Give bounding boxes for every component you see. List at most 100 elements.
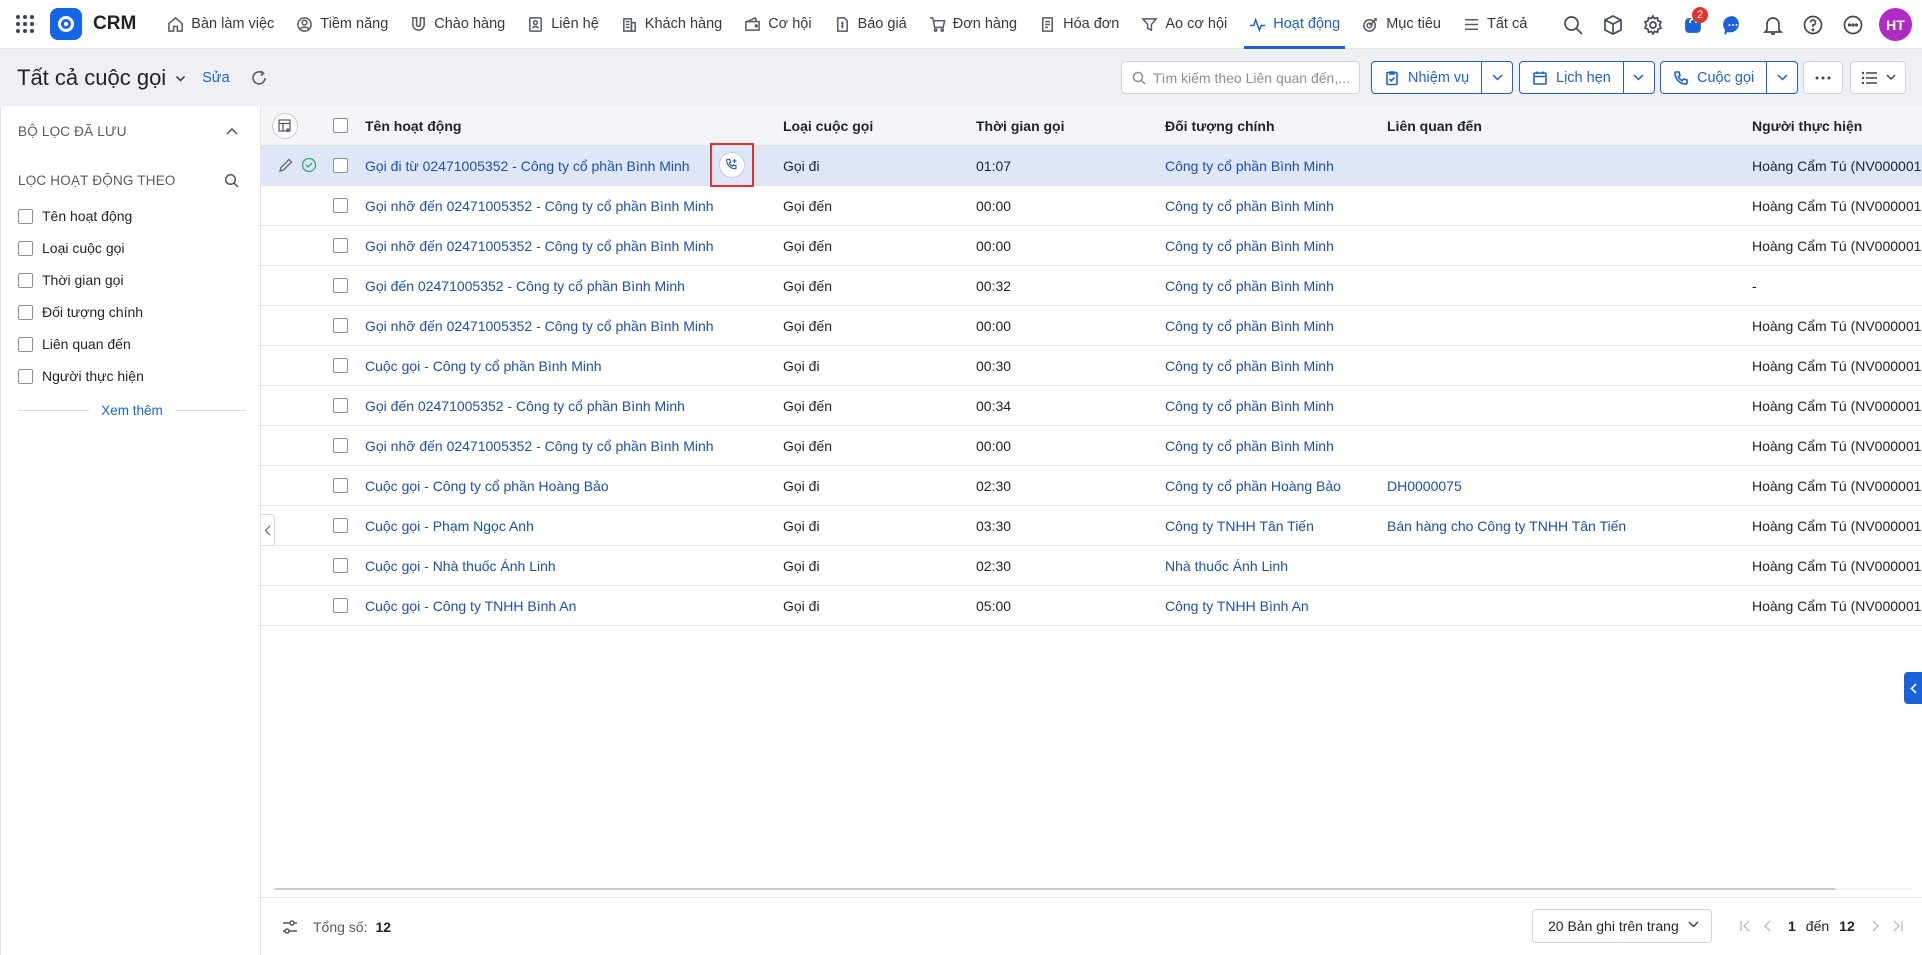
crm-logo[interactable]: CRM (50, 8, 136, 40)
table-row[interactable]: Cuộc gọi - Công ty TNHH Bình An Gọi đi 05:… (261, 586, 1922, 626)
cell-main-object[interactable]: Công ty cổ phần Bình Minh (1165, 346, 1334, 386)
notifications-button[interactable] (1753, 0, 1793, 49)
column-header-main-object[interactable]: Đối tượng chính (1165, 106, 1275, 146)
cell-related-to[interactable]: DH0000075 (1387, 466, 1462, 506)
task-dropdown-toggle[interactable] (1481, 62, 1512, 93)
row-checkbox[interactable] (333, 278, 348, 293)
app-grid-icon[interactable] (0, 0, 50, 49)
filter-checkbox[interactable] (18, 208, 33, 224)
nav-item-customers[interactable]: Khách hàng (610, 0, 733, 49)
cell-main-object[interactable]: Công ty cổ phần Bình Minh (1165, 306, 1334, 346)
filter-main-object[interactable]: Đối tượng chính (18, 304, 143, 320)
expand-right-panel-button[interactable] (1904, 672, 1922, 704)
table-row[interactable]: Gọi đến 02471005352 - Công ty cổ phần Bì… (261, 266, 1922, 306)
add-call-button[interactable]: Cuộc gọi (1661, 62, 1766, 93)
edit-pencil-icon[interactable] (278, 157, 294, 173)
column-header-name[interactable]: Tên hoạt động (365, 106, 461, 146)
nav-item-contacts[interactable]: Liên hệ (516, 0, 610, 49)
cell-activity-name[interactable]: Gọi đến 02471005352 - Công ty cổ phần Bì… (365, 386, 685, 426)
global-search-button[interactable] (1553, 0, 1593, 49)
table-row[interactable]: Cuộc gọi - Công ty cổ phần Bình Minh Gọi … (261, 346, 1922, 386)
table-row[interactable]: Cuộc gọi - Công ty cổ phần Hoàng Bảo Gọi … (261, 466, 1922, 506)
cell-main-object[interactable]: Nhà thuốc Ánh Linh (1165, 546, 1288, 586)
cell-activity-name[interactable]: Gọi nhỡ đến 02471005352 - Công ty cổ phầ… (365, 226, 714, 266)
collapse-filter-panel-button[interactable] (261, 514, 275, 546)
more-apps-button[interactable] (1833, 0, 1873, 49)
nav-item-orders[interactable]: Đơn hàng (918, 0, 1028, 49)
cell-activity-name[interactable]: Cuộc gọi - Công ty TNHH Bình An (365, 586, 576, 626)
column-header-call-type[interactable]: Loại cuộc gọi (783, 106, 873, 146)
cell-activity-name[interactable]: Cuộc gọi - Nhà thuốc Ánh Linh (365, 546, 556, 586)
cell-activity-name[interactable]: Gọi nhỡ đến 02471005352 - Công ty cổ phầ… (365, 186, 714, 226)
filter-call-time[interactable]: Thời gian gọi (18, 272, 124, 288)
table-row[interactable]: Cuộc gọi - Phạm Ngọc Anh Gọi đi 03:30 Công … (261, 506, 1922, 546)
row-checkbox[interactable] (333, 198, 348, 213)
first-page-icon[interactable] (1734, 915, 1756, 937)
filter-call-type[interactable]: Loại cuộc gọi (18, 240, 125, 256)
nav-item-goals[interactable]: Mục tiêu (1351, 0, 1452, 49)
more-actions-button[interactable] (1803, 61, 1843, 94)
nav-item-opportunities[interactable]: Cơ hội (733, 0, 822, 49)
table-row[interactable]: Gọi đi từ 02471005352 - Công ty cổ phần … (261, 143, 1922, 187)
filter-activity-name[interactable]: Tên hoạt động (18, 208, 132, 224)
filter-related-to[interactable]: Liên quan đến (18, 336, 131, 352)
row-checkbox[interactable] (333, 238, 348, 253)
table-row[interactable]: Gọi nhỡ đến 02471005352 - Công ty cổ phầ… (261, 306, 1922, 346)
row-checkbox[interactable] (333, 518, 348, 533)
filter-checkbox[interactable] (18, 368, 33, 384)
sliders-icon[interactable] (281, 918, 299, 936)
next-page-icon[interactable] (1865, 915, 1887, 937)
filter-owner[interactable]: Người thực hiện (18, 368, 144, 384)
horizontal-scrollbar[interactable] (273, 888, 1914, 890)
nav-item-activities[interactable]: Hoạt động (1238, 0, 1351, 49)
cell-activity-name[interactable]: Gọi đi từ 02471005352 - Công ty cổ phần … (365, 146, 690, 186)
call-dropdown-toggle[interactable] (1766, 62, 1797, 93)
filter-checkbox[interactable] (18, 336, 33, 352)
edit-view-link[interactable]: Sửa (202, 70, 229, 86)
search-input[interactable] (1153, 69, 1353, 86)
row-checkbox[interactable] (333, 358, 348, 373)
settings-button[interactable] (1633, 0, 1673, 49)
cell-activity-name[interactable]: Gọi nhỡ đến 02471005352 - Công ty cổ phầ… (365, 426, 714, 466)
cell-main-object[interactable]: Công ty TNHH Bình An (1165, 586, 1309, 626)
cell-activity-name[interactable]: Cuộc gọi - Phạm Ngọc Anh (365, 506, 534, 546)
appointment-dropdown-toggle[interactable] (1622, 62, 1654, 93)
chevron-up-icon[interactable] (226, 127, 238, 135)
filter-checkbox[interactable] (18, 240, 33, 256)
row-checkbox[interactable] (333, 398, 348, 413)
row-checkbox[interactable] (333, 318, 348, 333)
cell-main-object[interactable]: Công ty cổ phần Bình Minh (1165, 226, 1334, 266)
products-button[interactable] (1593, 0, 1633, 49)
column-settings-button[interactable] (272, 113, 298, 139)
previous-page-icon[interactable] (1756, 915, 1778, 937)
cell-main-object[interactable]: Công ty cổ phần Bình Minh (1165, 266, 1334, 306)
table-row[interactable]: Gọi đến 02471005352 - Công ty cổ phần Bì… (261, 386, 1922, 426)
cell-activity-name[interactable]: Gọi nhỡ đến 02471005352 - Công ty cổ phầ… (365, 306, 714, 346)
column-header-owner[interactable]: Người thực hiện (1752, 106, 1862, 146)
see-more-link[interactable]: Xem thêm (89, 403, 175, 418)
add-task-button[interactable]: Nhiệm vụ (1372, 62, 1481, 93)
cell-main-object[interactable]: Công ty TNHH Tân Tiến (1165, 506, 1314, 546)
cell-activity-name[interactable]: Cuộc gọi - Công ty cổ phần Bình Minh (365, 346, 602, 386)
refresh-icon[interactable] (250, 69, 268, 87)
chat-button[interactable] (1713, 0, 1753, 49)
column-header-related-to[interactable]: Liên quan đến (1387, 106, 1482, 146)
filter-checkbox[interactable] (18, 272, 33, 288)
nav-item-all[interactable]: Tất cả (1452, 0, 1538, 49)
table-row[interactable]: Cuộc gọi - Nhà thuốc Ánh Linh Gọi đi 02:30… (261, 546, 1922, 586)
table-row[interactable]: Gọi nhỡ đến 02471005352 - Công ty cổ phầ… (261, 186, 1922, 226)
user-avatar[interactable]: HT (1879, 8, 1912, 41)
nav-item-invoices[interactable]: Hóa đơn (1028, 0, 1130, 49)
nav-item-offers[interactable]: Chào hàng (399, 0, 516, 49)
cell-main-object[interactable]: Công ty cổ phần Bình Minh (1165, 146, 1334, 186)
nav-item-quotes[interactable]: Báo giá (823, 0, 918, 49)
scrollbar-thumb[interactable] (273, 888, 1836, 890)
filter-checkbox[interactable] (18, 304, 33, 320)
table-row[interactable]: Gọi nhỡ đến 02471005352 - Công ty cổ phầ… (261, 226, 1922, 266)
row-checkbox[interactable] (333, 438, 348, 453)
row-checkbox[interactable] (333, 158, 348, 173)
nav-item-opportunity-pool[interactable]: Ao cơ hội (1130, 0, 1238, 49)
cell-activity-name[interactable]: Gọi đến 02471005352 - Công ty cổ phần Bì… (365, 266, 685, 306)
cell-main-object[interactable]: Công ty cổ phần Bình Minh (1165, 386, 1334, 426)
cell-main-object[interactable]: Công ty cổ phần Bình Minh (1165, 186, 1334, 226)
